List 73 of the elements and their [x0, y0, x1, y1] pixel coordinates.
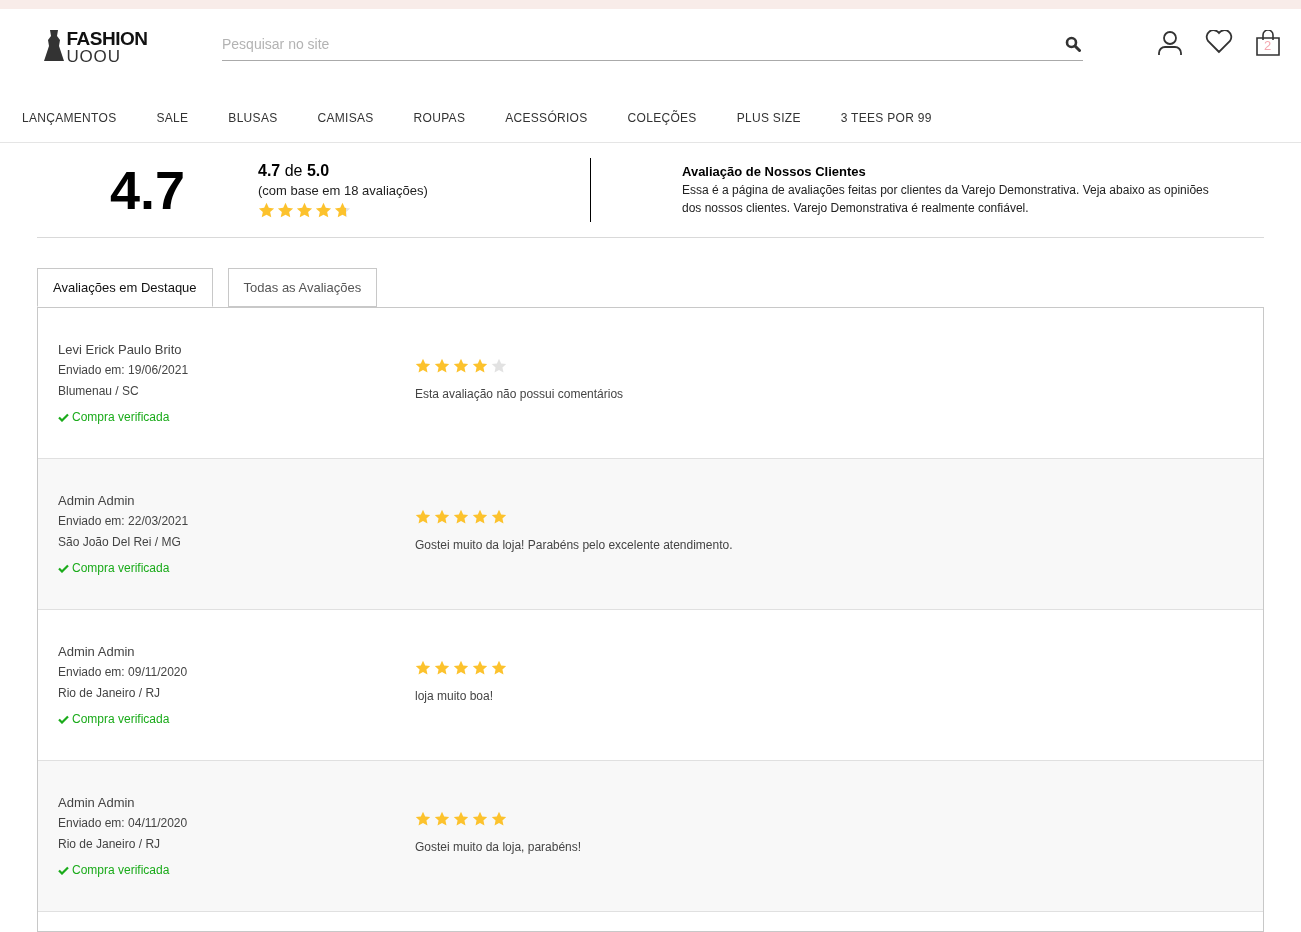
star-icon — [472, 811, 488, 827]
nav-link[interactable]: LANÇAMENTOS — [22, 108, 117, 127]
star-icon — [491, 358, 507, 374]
star-icon — [453, 509, 469, 525]
review-comment: Gostei muito da loja, parabéns! — [415, 839, 582, 856]
star-icon — [415, 509, 431, 525]
search-icon[interactable] — [1065, 36, 1081, 52]
heart-icon[interactable] — [1205, 30, 1233, 54]
reviewer-location: São João Del Rei / MG — [58, 534, 182, 551]
star-icon — [491, 509, 507, 525]
review-date: Enviado em: 19/06/2021 — [58, 362, 190, 379]
check-icon — [58, 412, 69, 422]
reviewer-location: Rio de Janeiro / RJ — [58, 685, 162, 702]
review-date: Enviado em: 09/11/2020 — [58, 664, 189, 681]
section-title: Avaliação de Nossos Clientes — [682, 163, 867, 181]
nav-link[interactable]: SALE — [156, 108, 189, 127]
star-icon — [434, 358, 450, 374]
star-icon — [415, 660, 431, 676]
nav-link[interactable]: 3 TEES POR 99 — [840, 108, 932, 127]
star-icon — [415, 358, 431, 374]
rating-count: (com base em 18 avaliações) — [258, 182, 429, 200]
rating-out-of: 4.7 de 5.0 — [258, 161, 331, 181]
reviewer-location: Blumenau / SC — [58, 383, 140, 400]
cart-count: 2 — [1264, 39, 1272, 52]
star-icon — [434, 811, 450, 827]
reviewer-name: Admin Admin — [58, 794, 136, 812]
star-icon — [491, 660, 507, 676]
section-description: Essa é a página de avaliações feitas por clientes da Varejo Demonstrativa. Veja abaixo as opiniões dos nossos clientes. Varejo Demonstrativa é realmente confiável. — [682, 182, 1210, 217]
nav-link[interactable]: COLEÇÕES — [627, 108, 697, 127]
star-icon — [453, 358, 469, 374]
nav-link[interactable]: BLUSAS — [228, 108, 278, 127]
star-icon — [453, 811, 469, 827]
logo-text: FASHION — [66, 29, 148, 48]
rating-score: 4.7 — [108, 163, 187, 217]
dress-icon — [44, 29, 65, 63]
star-icon — [334, 202, 351, 219]
star-icon — [453, 660, 469, 676]
star-icon — [472, 509, 488, 525]
star-icon — [491, 811, 507, 827]
check-icon — [58, 865, 69, 875]
nav-link[interactable]: PLUS SIZE — [736, 108, 801, 127]
review-comment: Gostei muito da loja! Parabéns pelo excelente atendimento. — [415, 537, 733, 554]
verified-purchase-label: Compra verificada — [72, 409, 170, 426]
star-icon — [415, 811, 431, 827]
reviewer-location: Rio de Janeiro / RJ — [58, 836, 162, 853]
review-date: Enviado em: 22/03/2021 — [58, 513, 190, 530]
star-icon — [258, 202, 275, 219]
check-icon — [58, 714, 69, 724]
nav-link[interactable]: CAMISAS — [317, 108, 374, 127]
nav-link[interactable]: ROUPAS — [413, 108, 466, 127]
nav-link[interactable]: ACESSÓRIOS — [505, 108, 588, 127]
logo-text: UOOU — [66, 48, 122, 65]
star-icon — [296, 202, 313, 219]
user-icon[interactable] — [1157, 30, 1183, 56]
verified-purchase-label: Compra verificada — [72, 711, 170, 728]
reviewer-name: Admin Admin — [58, 643, 136, 661]
review-comment: loja muito boa! — [415, 688, 495, 705]
check-icon — [58, 563, 69, 573]
verified-purchase-label: Compra verificada — [72, 862, 170, 879]
reviewer-name: Levi Erick Paulo Brito — [58, 341, 183, 359]
review-date: Enviado em: 04/11/2020 — [58, 815, 189, 832]
star-icon — [315, 202, 332, 219]
reviewer-name: Admin Admin — [58, 492, 136, 510]
search-field[interactable]: Pesquisar no site — [222, 27, 1083, 61]
star-icon — [472, 358, 488, 374]
star-icon — [434, 660, 450, 676]
star-icon — [277, 202, 294, 219]
star-icon — [434, 509, 450, 525]
tab[interactable]: Avaliações em Destaque — [37, 268, 213, 307]
verified-purchase-label: Compra verificada — [72, 560, 170, 577]
star-icon — [472, 660, 488, 676]
review-comment: Esta avaliação não possui comentários — [415, 386, 624, 403]
tab[interactable]: Todas as Avaliações — [227, 268, 378, 307]
